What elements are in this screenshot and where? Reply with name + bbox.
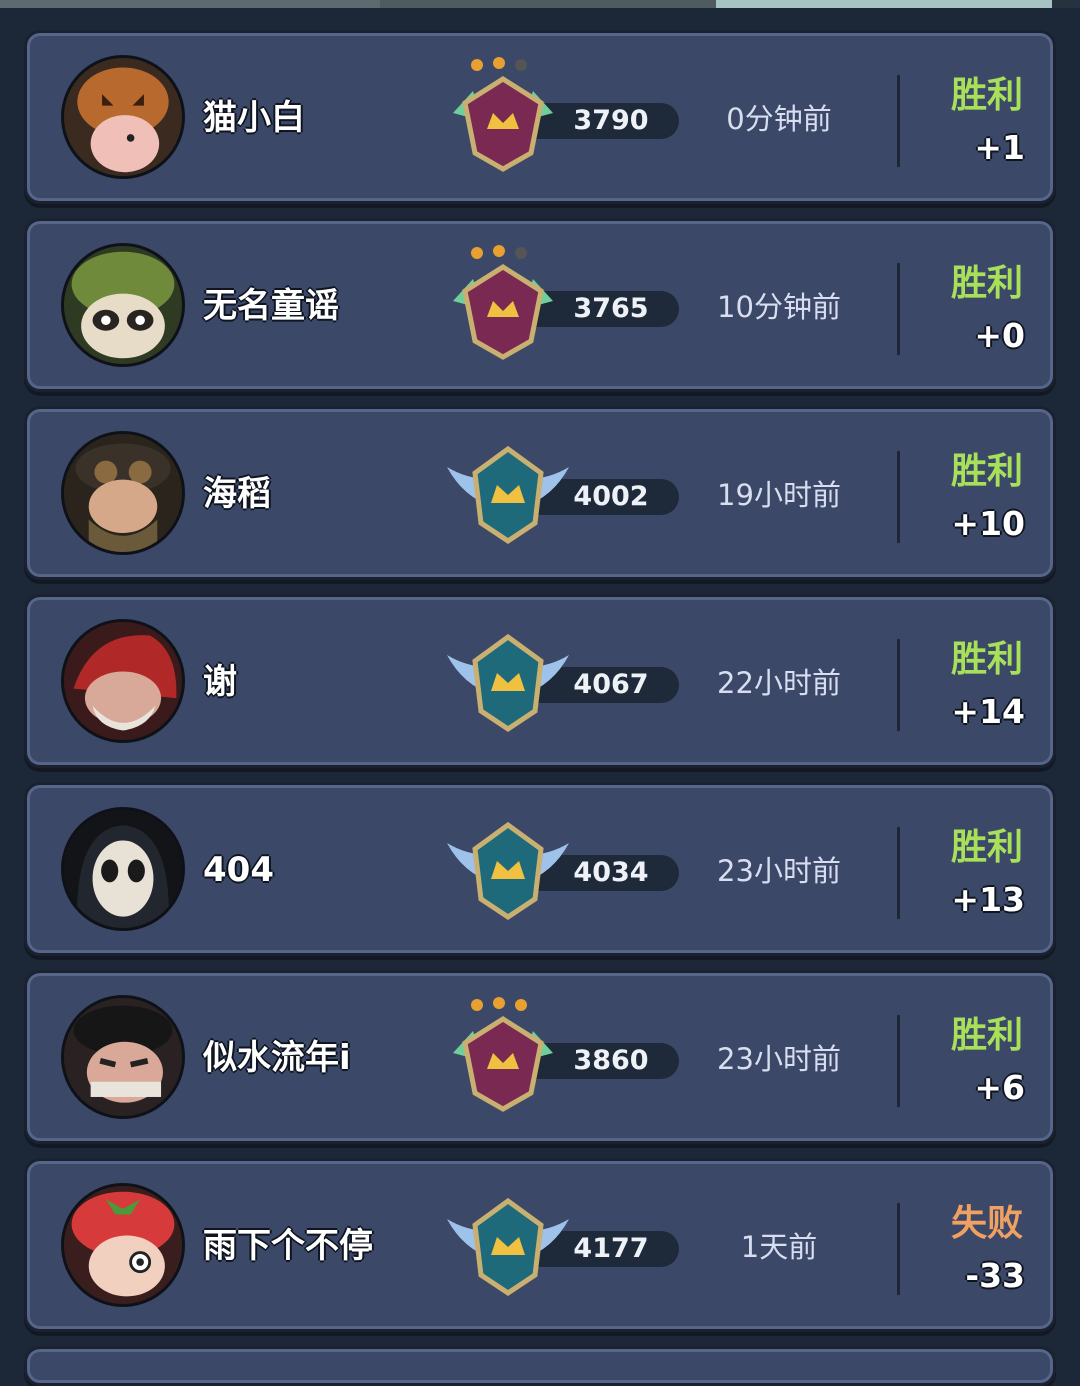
tab-segment-active[interactable]: [716, 0, 1052, 8]
match-row-partial[interactable]: [24, 1346, 1056, 1386]
match-time: 19小时前: [717, 478, 841, 512]
rank-display: 4034: [443, 803, 683, 933]
score-value: 4067: [573, 669, 649, 700]
tab-segment: [1052, 0, 1080, 8]
score-value: 4177: [573, 1233, 649, 1264]
divider: [897, 639, 900, 731]
goggles-icon: [64, 434, 182, 552]
player-name: 雨下个不停: [203, 1226, 373, 1266]
player-name: 似水流年i: [203, 1038, 351, 1078]
score-change: +1: [974, 128, 1025, 167]
bandana-icon: [64, 998, 182, 1116]
match-time: 23小时前: [717, 1042, 841, 1076]
score-change: +6: [974, 1068, 1025, 1107]
match-time: 0分钟前: [726, 102, 832, 136]
divider: [897, 75, 900, 167]
player-name: 谢: [203, 662, 237, 702]
match-row[interactable]: 无名童谣 3765 10分钟前 胜利 +0: [24, 218, 1056, 392]
rank-display: 3790: [443, 51, 683, 181]
match-result: 胜利: [950, 1015, 1023, 1056]
rank-display: 4067: [443, 615, 683, 745]
raccoon-icon: [64, 246, 182, 364]
score-change: +13: [951, 880, 1025, 919]
score-value: 3765: [573, 293, 649, 324]
match-time: 23小时前: [717, 854, 841, 888]
divider: [897, 451, 900, 543]
rank-display: 4002: [443, 427, 683, 557]
match-row[interactable]: 404 4034 23小时前 胜利 +13: [24, 782, 1056, 956]
match-result: 失败: [950, 1203, 1023, 1244]
player-avatar[interactable]: [61, 807, 185, 931]
divider: [897, 1015, 900, 1107]
score-value: 3860: [573, 1045, 649, 1076]
divider: [897, 827, 900, 919]
match-time: 10分钟前: [717, 290, 841, 324]
player-name: 猫小白: [203, 98, 305, 138]
player-name: 海稻: [203, 474, 271, 514]
rank-display: 3765: [443, 239, 683, 369]
score-change: +14: [951, 692, 1025, 731]
match-result: 胜利: [950, 451, 1023, 492]
top-tab-strip: [0, 0, 1080, 8]
match-history-list: 猫小白 3790 0分钟前 胜利 +1 无名童谣 3765 10分钟前 胜利 +…: [24, 30, 1056, 1386]
score-change: +10: [951, 504, 1025, 543]
score-change: +0: [974, 316, 1025, 355]
match-result: 胜利: [950, 263, 1023, 304]
player-avatar[interactable]: [61, 619, 185, 743]
match-row[interactable]: 猫小白 3790 0分钟前 胜利 +1: [24, 30, 1056, 204]
score-change: -33: [965, 1256, 1025, 1295]
match-result: 胜利: [950, 827, 1023, 868]
match-time: 1天前: [740, 1230, 818, 1264]
match-time: 22小时前: [717, 666, 841, 700]
match-result: 胜利: [950, 639, 1023, 680]
divider: [897, 1203, 900, 1295]
match-row[interactable]: 海稻 4002 19小时前 胜利 +10: [24, 406, 1056, 580]
player-avatar[interactable]: [61, 1183, 185, 1307]
player-avatar[interactable]: [61, 431, 185, 555]
player-name: 无名童谣: [203, 286, 339, 326]
match-result: 胜利: [950, 75, 1023, 116]
strawberry-icon: [64, 1186, 182, 1304]
divider: [897, 263, 900, 355]
player-avatar[interactable]: [61, 243, 185, 367]
match-row[interactable]: 谢 4067 22小时前 胜利 +14: [24, 594, 1056, 768]
match-row[interactable]: 似水流年i 3860 23小时前 胜利 +6: [24, 970, 1056, 1144]
rank-display: 4177: [443, 1179, 683, 1309]
mask-icon: [64, 810, 182, 928]
tab-segment[interactable]: [380, 0, 716, 8]
player-avatar[interactable]: [61, 55, 185, 179]
score-value: 3790: [573, 105, 649, 136]
rank-display: 3860: [443, 991, 683, 1121]
score-value: 4002: [573, 481, 649, 512]
player-avatar[interactable]: [61, 995, 185, 1119]
player-name: 404: [203, 850, 274, 890]
pumpkin-cat-icon: [64, 58, 182, 176]
score-value: 4034: [573, 857, 649, 888]
red-hood-icon: [64, 622, 182, 740]
match-row[interactable]: 雨下个不停 4177 1天前 失败 -33: [24, 1158, 1056, 1332]
